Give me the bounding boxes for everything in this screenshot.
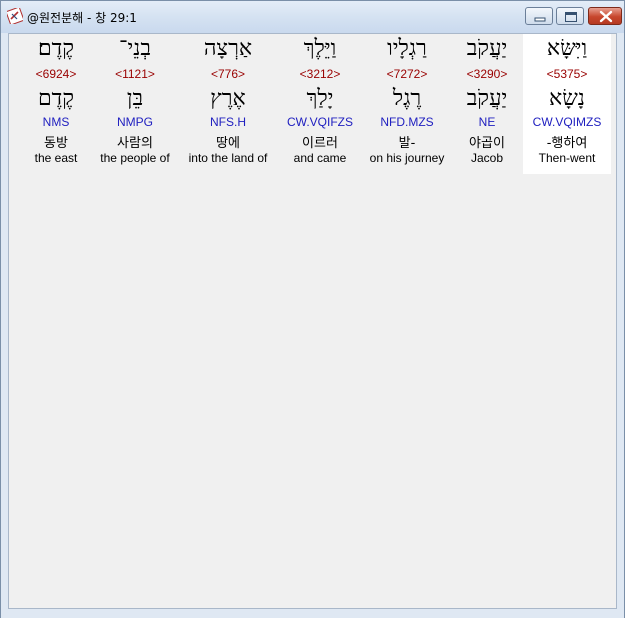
close-icon	[599, 10, 613, 23]
korean-gloss: 땅에	[216, 136, 240, 151]
korean-gloss: 사람의	[117, 136, 153, 151]
window-title: @원전분해 - 창 29:1	[27, 11, 137, 25]
morphology-code: NFD.MZS	[380, 115, 434, 129]
hebrew-word: רַגְלָיו	[387, 36, 427, 61]
korean-gloss: 발-	[398, 136, 416, 151]
english-gloss: the people of	[100, 151, 170, 165]
morphology-code: NMPG	[117, 115, 153, 129]
word-column[interactable]: וַיִּשָּׂא <5375> נָשָׂא CW.VQIMZS -행하여 …	[523, 34, 611, 174]
strong-number[interactable]: <5375>	[523, 67, 611, 81]
word-column[interactable]: וַיֵּלֶךְ <3212> יָלַךְ CW.VQIFZS 이르러 an…	[277, 34, 363, 174]
morphology-code: NE	[478, 115, 496, 129]
strong-number[interactable]: <7272>	[363, 67, 451, 81]
strong-number[interactable]: <776>	[179, 67, 277, 81]
korean-gloss: -행하여	[546, 136, 588, 151]
strong-number[interactable]: <3290>	[451, 67, 523, 81]
english-gloss: on his journey	[369, 151, 445, 165]
hebrew-root: קֶדֶם	[37, 86, 75, 111]
english-gloss: the east	[34, 151, 78, 165]
hebrew-root: רֶגֶל	[392, 86, 422, 111]
hebrew-root: בֵּן	[126, 86, 144, 111]
morphology-code: NMS	[42, 115, 70, 129]
english-gloss: Then-went	[538, 151, 596, 165]
close-button[interactable]	[588, 7, 622, 25]
hebrew-root: אֶרֶץ	[210, 86, 246, 111]
app-icon[interactable]	[5, 6, 25, 26]
minimize-button[interactable]	[525, 7, 553, 25]
word-column[interactable]: בְנֵי־ <1121> בֵּן NMPG 사람의 the people o…	[91, 34, 179, 174]
strong-number[interactable]: <6924>	[21, 67, 91, 81]
hebrew-word: וַיֵּלֶךְ	[303, 36, 337, 61]
morphology-code: NFS.H	[210, 115, 246, 129]
verse-analysis-panel: וַיִּשָּׂא <5375> נָשָׂא CW.VQIMZS -행하여 …	[8, 33, 617, 609]
hebrew-word: קֶדֶם׃	[37, 36, 75, 61]
hebrew-word: בְנֵי־	[119, 36, 151, 61]
title-bar[interactable]: @원전분해 - 창 29:1	[1, 1, 624, 33]
hebrew-word: אַרְצָה	[203, 36, 253, 61]
hebrew-word: וַיִּשָּׂא	[546, 36, 588, 61]
word-column[interactable]: רַגְלָיו <7272> רֶגֶל NFD.MZS 발- on his …	[363, 34, 451, 174]
word-column[interactable]: יַעֲקֹב <3290> יַעֲקֹב NE 야곱이 Jacob	[451, 34, 523, 174]
app-window: @원전분해 - 창 29:1 וַיִּשָּׂא <5375> נָשָׂא	[0, 0, 625, 618]
strong-number[interactable]: <1121>	[91, 67, 179, 81]
window-bottom-border	[1, 610, 624, 618]
hebrew-word: יַעֲקֹב	[466, 36, 508, 61]
minimize-icon	[534, 17, 546, 22]
morphology-code: CW.VQIMZS	[532, 115, 602, 129]
korean-gloss: 이르러	[302, 136, 338, 151]
english-gloss: and came	[293, 151, 347, 165]
morphology-code: CW.VQIFZS	[287, 115, 353, 129]
hebrew-root: נָשָׂא	[549, 86, 585, 111]
korean-gloss: 야곱이	[469, 136, 505, 151]
strong-number[interactable]: <3212>	[277, 67, 363, 81]
hebrew-root: יַעֲקֹב	[466, 86, 508, 111]
hebrew-root: יָלַךְ	[306, 86, 334, 111]
word-column[interactable]: אַרְצָה <776> אֶרֶץ NFS.H 땅에 into the la…	[179, 34, 277, 174]
english-gloss: into the land of	[188, 151, 268, 165]
word-column[interactable]: קֶדֶם׃ <6924> קֶדֶם NMS 동방 the east	[21, 34, 91, 174]
korean-gloss: 동방	[44, 136, 68, 151]
english-gloss: Jacob	[470, 151, 504, 165]
maximize-button[interactable]	[556, 7, 584, 25]
